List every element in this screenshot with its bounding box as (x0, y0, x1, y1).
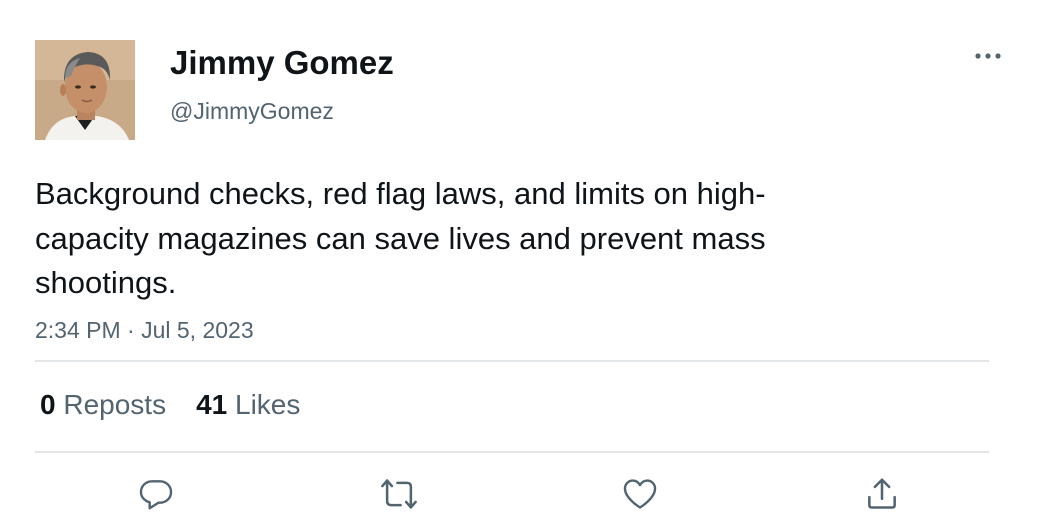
like-button[interactable] (620, 474, 660, 514)
author-display-name[interactable]: Jimmy Gomez (170, 43, 394, 83)
tweet-text-line: Background checks, red flag laws, and li… (35, 176, 766, 211)
tweet-text-line: shootings. (35, 265, 177, 300)
heart-icon (623, 479, 657, 509)
divider (35, 451, 989, 453)
reply-icon (139, 480, 173, 510)
tweet-stats: 0 Reposts 41 Likes (40, 388, 300, 422)
repost-icon (381, 479, 417, 509)
tweet-timestamp[interactable]: 2:34 PM · Jul 5, 2023 (35, 315, 254, 345)
reposts-stat[interactable]: 0 Reposts (40, 388, 166, 422)
share-button[interactable] (862, 474, 902, 514)
more-icon (975, 53, 1001, 59)
repost-button[interactable] (379, 474, 419, 514)
reply-button[interactable] (136, 474, 176, 514)
tweet-text-line: capacity magazines can save lives and pr… (35, 220, 766, 256)
divider (35, 360, 989, 362)
likes-stat[interactable]: 41 Likes (196, 388, 300, 422)
avatar-photo (35, 40, 135, 140)
author-handle[interactable]: @JimmyGomez (170, 96, 334, 126)
more-options-button[interactable] (968, 40, 1008, 72)
share-icon (868, 478, 896, 509)
avatar[interactable] (35, 40, 135, 140)
likes-label: Likes (235, 389, 301, 420)
reposts-count: 0 (40, 389, 56, 420)
tweet-text: Background checks, red flag laws, and li… (35, 172, 935, 306)
reposts-label: Reposts (63, 389, 167, 420)
likes-count: 41 (196, 389, 228, 420)
